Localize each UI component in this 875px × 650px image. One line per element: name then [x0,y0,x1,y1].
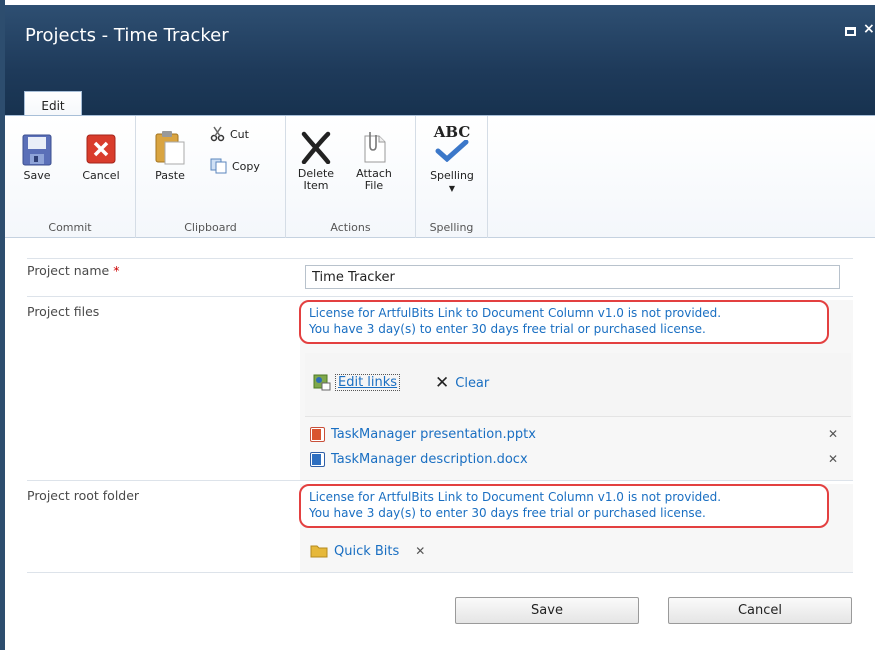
cut-icon [210,126,225,142]
project-name-label-text: Project name [27,263,110,278]
links-toolbar: Edit links ✕ Clear [305,353,851,417]
pptx-file-icon [310,426,325,442]
save-button[interactable]: Save [455,597,639,624]
save-ribbon-label: Save [23,169,51,182]
group-label-clipboard: Clipboard [184,221,237,234]
copy-button[interactable]: Copy [210,158,260,174]
license-warning-files: License for ArtfulBits Link to Document … [299,300,829,344]
close-icon[interactable]: × [863,21,875,37]
cancel-ribbon-label: Cancel [82,169,120,182]
spelling-icon: ABC [422,123,482,166]
remove-folder-icon[interactable]: ✕ [415,544,425,558]
project-name-label: Project name * [27,263,119,278]
clear-label: Clear [455,375,490,391]
license-line2: You have 3 day(s) to enter 30 days free … [309,506,706,520]
copy-icon [210,158,227,174]
spelling-label: Spelling [430,169,474,182]
edit-links-label: Edit links [335,373,401,391]
remove-file-icon[interactable]: ✕ [828,452,838,466]
cancel-icon [86,134,116,164]
paste-icon [155,131,185,165]
row-divider [27,258,853,259]
edit-form: Project name * Project files License for… [5,238,875,650]
group-label-commit: Commit [48,221,92,234]
save-ribbon-button[interactable]: Save [17,134,57,182]
delete-label-line2: Item [303,179,329,192]
file-item: TaskManager presentation.pptx ✕ [310,424,850,444]
file-link-docx[interactable]: TaskManager description.docx [331,452,528,467]
dialog-titlebar: Projects - Time Tracker × Edit [5,5,875,121]
license-warning-folder: License for ArtfulBits Link to Document … [299,484,829,528]
row-divider [27,480,853,481]
paste-button[interactable]: Paste [150,130,190,182]
project-name-input[interactable] [305,265,840,289]
delete-icon [301,131,331,164]
license-line2: You have 3 day(s) to enter 30 days free … [309,322,706,336]
row-divider [27,572,853,573]
folder-link[interactable]: Quick Bits [334,544,399,559]
row-divider [27,296,853,297]
license-line1: License for ArtfulBits Link to Document … [309,490,722,504]
project-root-folder-label: Project root folder [27,488,140,503]
project-files-label: Project files [27,304,100,319]
cancel-button[interactable]: Cancel [668,597,852,624]
group-label-actions: Actions [330,221,371,234]
check-mark-icon [435,140,469,162]
license-line1: License for ArtfulBits Link to Document … [309,306,722,320]
dialog-title: Projects - Time Tracker [25,25,229,46]
required-mark: * [113,263,120,278]
attach-label-line2: File [364,179,384,192]
ribbon-group-commit: Save Cancel Commit [5,116,136,238]
folder-item: Quick Bits ✕ [310,541,850,561]
group-label-spelling: Spelling [429,221,474,234]
ribbon-group-actions: Delete Item Attach File Actions [286,116,416,238]
attach-icon [364,132,386,163]
edit-links-icon [313,374,331,391]
cancel-ribbon-button[interactable]: Cancel [73,134,129,182]
file-link-pptx[interactable]: TaskManager presentation.pptx [331,427,536,442]
delete-item-button[interactable]: Delete Item [294,130,338,192]
dropdown-arrow-icon: ▼ [448,184,456,193]
edit-links-button[interactable]: Edit links [313,373,401,391]
folder-icon [310,545,328,558]
copy-label: Copy [232,159,260,173]
docx-file-icon [310,451,325,467]
paste-label: Paste [155,169,185,182]
ribbon-group-spelling: ABC Spelling ▼ Spelling [416,116,488,238]
attach-file-button[interactable]: Attach File [352,130,396,192]
file-item: TaskManager description.docx ✕ [310,449,850,469]
clear-x-icon: ✕ [435,373,450,393]
maximize-icon[interactable] [845,27,856,36]
remove-file-icon[interactable]: ✕ [828,427,838,441]
cut-button[interactable]: Cut [210,126,249,142]
ribbon-group-clipboard: Paste Cut Copy Clipboard [136,116,286,238]
ribbon: Save Cancel Commit Paste Cut Copy Clipbo… [5,115,875,238]
save-icon [22,134,52,166]
spelling-icon-text: ABC [433,123,471,141]
clear-button[interactable]: ✕ Clear [435,373,489,393]
spelling-button[interactable]: ABC Spelling ▼ [422,123,482,195]
cut-label: Cut [230,127,249,141]
